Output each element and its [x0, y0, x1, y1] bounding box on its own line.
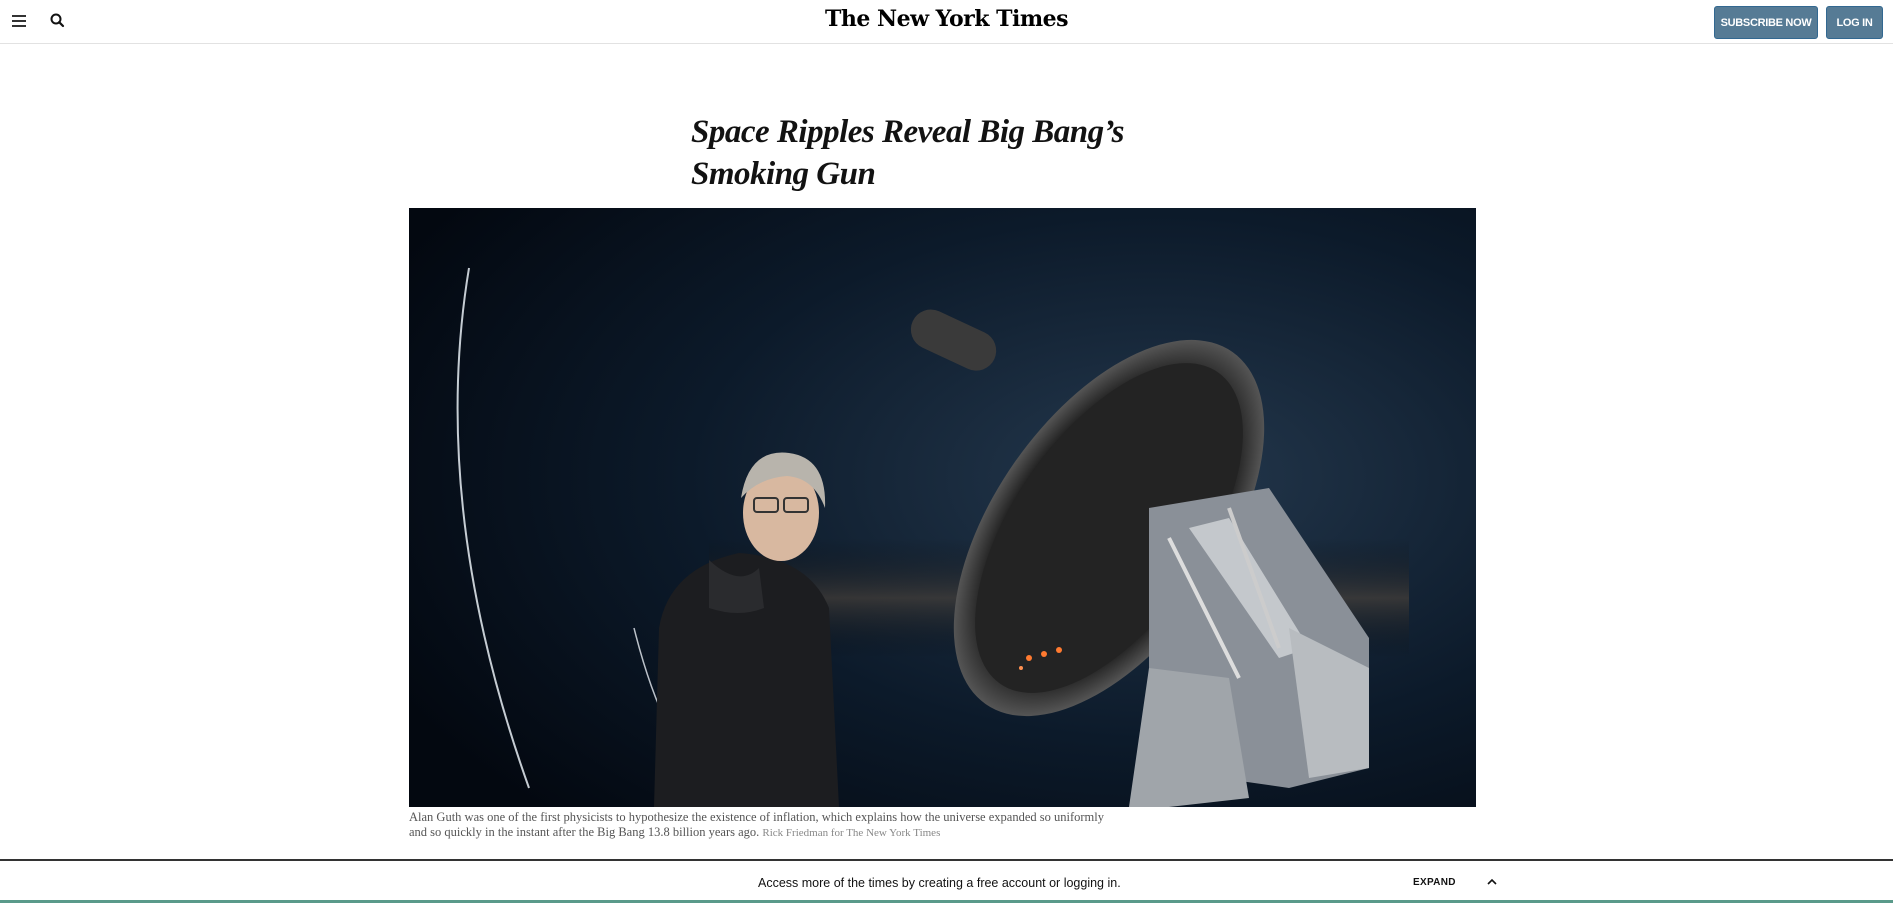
headline-line-1: Space Ripples Reveal Big Bang’s	[691, 114, 1125, 150]
subscribe-button[interactable]: SUBSCRIBE NOW	[1714, 6, 1818, 39]
nyt-logo[interactable]: The New York Times	[0, 6, 1893, 32]
headline-line-2: Smoking Gun	[691, 156, 876, 192]
banner-message: Access more of the times by creating a f…	[758, 876, 1121, 890]
article-photo	[409, 208, 1476, 807]
masthead: The New York Times SUBSCRIBE NOW LOG IN	[0, 0, 1893, 44]
chevron-up-icon[interactable]	[1485, 875, 1499, 889]
photo-caption: Alan Guth was one of the first physicist…	[409, 810, 1109, 841]
login-button[interactable]: LOG IN	[1826, 6, 1883, 39]
article-headline: Space Ripples Reveal Big Bang’s Smoking …	[691, 111, 1151, 195]
caption-text: Alan Guth was one of the first physicist…	[409, 810, 1104, 839]
account-banner: Access more of the times by creating a f…	[0, 859, 1893, 903]
expand-button[interactable]: EXPAND	[1413, 877, 1456, 888]
photo-credit: Rick Friedman for The New York Times	[762, 827, 941, 839]
